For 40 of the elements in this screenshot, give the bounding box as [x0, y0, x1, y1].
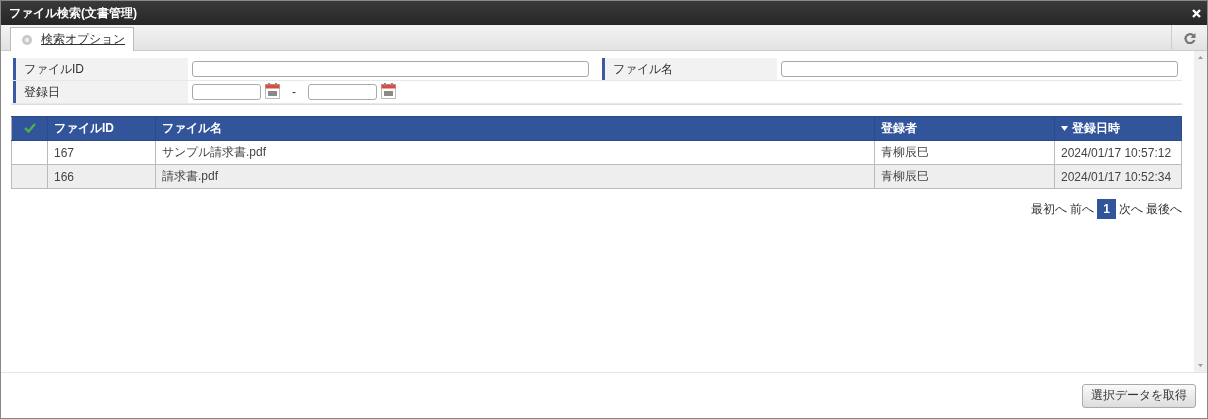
table-cell: 2024/01/17 10:52:34	[1054, 164, 1182, 189]
field-label: ファイルID	[13, 58, 188, 80]
sort-down-icon	[1061, 126, 1068, 132]
table-cell: 2024/01/17 10:57:12	[1054, 140, 1182, 165]
scroll-up-icon[interactable]	[1198, 56, 1203, 59]
input-field[interactable]	[192, 61, 589, 77]
table-cell: 青柳辰巳	[874, 140, 1055, 165]
table-cell: 請求書.pdf	[155, 164, 875, 189]
previous-page-link[interactable]: 前へ	[1070, 200, 1095, 218]
check-icon	[23, 122, 36, 133]
date-field[interactable]	[192, 84, 261, 100]
table-cell: 166	[47, 164, 156, 189]
field-label: ファイル名	[601, 58, 777, 80]
table-cell: 青柳辰巳	[874, 164, 1055, 189]
first-page-link[interactable]: 最初へ	[1031, 200, 1068, 218]
tab[interactable]: 検索オプション	[10, 27, 134, 51]
range-separator: -	[292, 85, 296, 99]
refresh-icon	[1183, 31, 1196, 44]
select-cell[interactable]	[11, 140, 48, 165]
input-field[interactable]	[780, 61, 1178, 77]
table-cell: サンプル請求書.pdf	[155, 140, 875, 165]
scroll-down-icon[interactable]	[1198, 364, 1203, 367]
date-field[interactable]	[308, 84, 377, 100]
scrollbar[interactable]	[1194, 51, 1207, 372]
column-header[interactable]: 登録日時	[1054, 116, 1182, 141]
select-cell[interactable]	[11, 164, 48, 189]
close-icon[interactable]	[1192, 8, 1201, 18]
column-header[interactable]: ファイル名	[155, 116, 875, 141]
field-label: 登録日	[13, 81, 188, 103]
calendar-icon[interactable]	[265, 83, 280, 99]
next-page-link[interactable]: 次へ	[1119, 200, 1143, 218]
column-header[interactable]: ファイルID	[47, 116, 156, 141]
calendar-icon[interactable]	[381, 83, 396, 99]
column-header[interactable]: 登録者	[874, 116, 1055, 141]
table-cell: 167	[47, 140, 156, 165]
select-all-header[interactable]	[11, 116, 48, 141]
page-number[interactable]: 1	[1097, 199, 1116, 219]
last-page-link[interactable]: 最後へ	[1146, 200, 1182, 218]
window-title: ファイル検索(文書管理)	[9, 4, 137, 22]
get-selected-data-button[interactable]: 選択データを取得	[1082, 383, 1196, 408]
